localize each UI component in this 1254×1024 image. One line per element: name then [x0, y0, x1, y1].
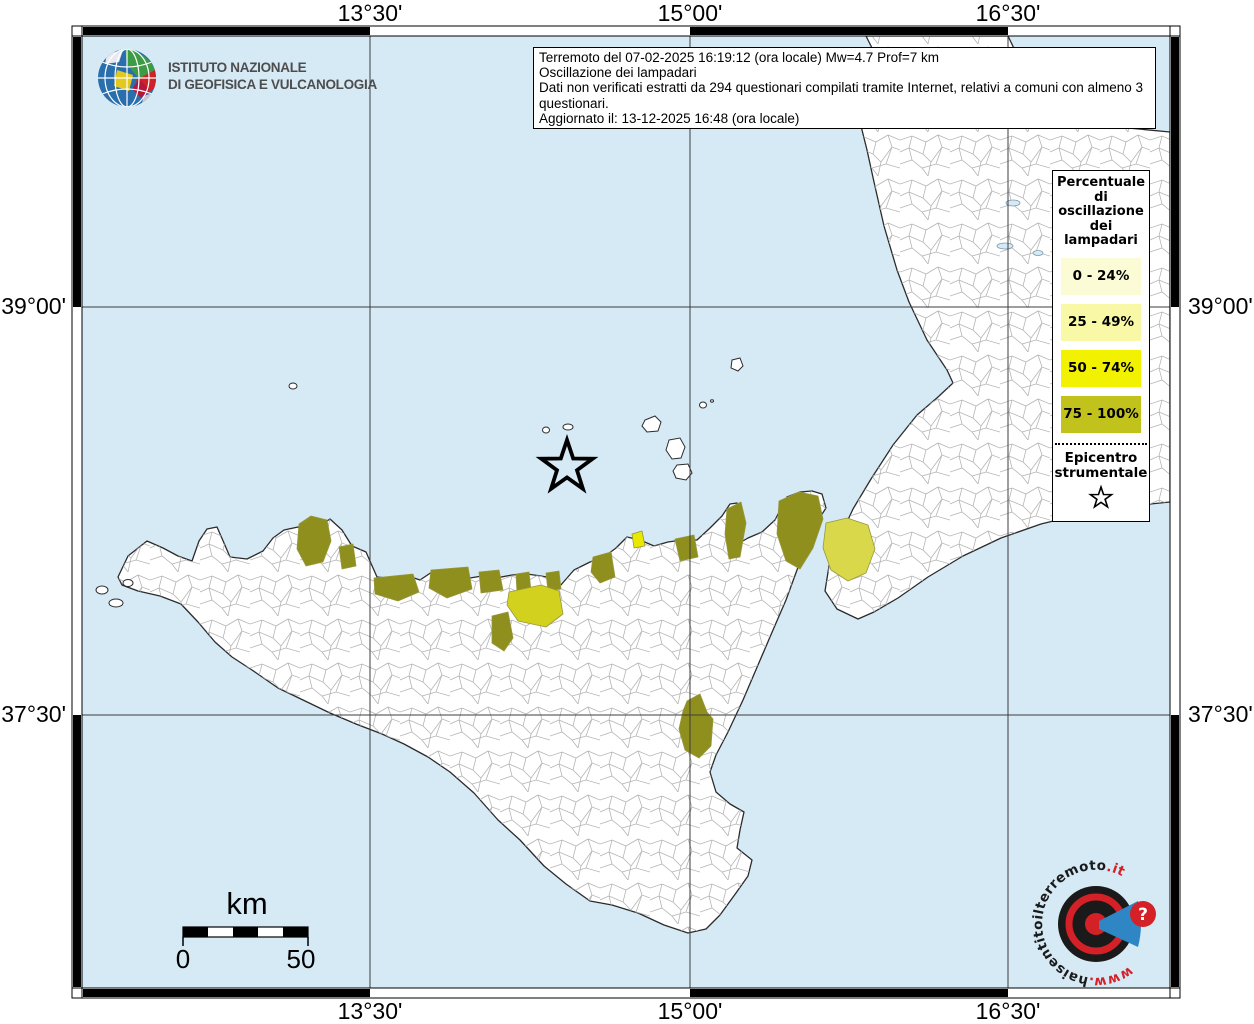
title-line-updated: Aggiornato il: 13-12-2025 16:48 (ora loc…: [539, 110, 800, 126]
municipality-patch: [338, 543, 357, 570]
scalebar-end-label: 50: [286, 944, 316, 974]
island-favignana: [108, 598, 124, 608]
title-line-observable: Oscillazione dei lampadari: [539, 65, 697, 81]
legend-epicenter-label: Epicentro strumentale: [1053, 449, 1149, 481]
axis-label-top-1330: 13°30': [337, 0, 403, 26]
logo-question-mark: ?: [1138, 905, 1148, 925]
lake: [996, 242, 1014, 250]
island-alicudi: [542, 426, 550, 434]
legend-epicenter-line: strumentale: [1054, 464, 1148, 481]
legend-title-line: Percentuale: [1056, 175, 1146, 190]
island-ustica: [288, 382, 298, 390]
island-levanzo: [122, 579, 134, 587]
legend-title-line: dei: [1089, 218, 1113, 234]
axis-label-top-1500: 15°00': [657, 0, 723, 26]
legend-title-line: di: [1094, 189, 1108, 205]
legend-title-line: lampadari: [1064, 233, 1138, 248]
axis-label-top-1630: 16°30': [975, 0, 1041, 26]
island-filicudi: [562, 423, 574, 431]
axis-label-bottom-1630: 16°30': [975, 998, 1041, 1024]
axis-label-right-3900: 39°00': [1188, 293, 1253, 319]
legend-swatch-75-100: 75 - 100%: [1061, 395, 1141, 433]
axis-label-bottom-1330: 13°30': [337, 998, 403, 1024]
legend-epicenter-line: Epicentro: [1064, 449, 1138, 466]
axis-label-left-3900: 39°00': [1, 293, 66, 319]
axis-label-right-3730: 37°30': [1188, 701, 1253, 727]
axis-label-bottom-1500: 15°00': [657, 998, 723, 1024]
ingv-wordmark-line2: DI GEOFISICA E VULCANOLOGIA: [168, 77, 377, 92]
legend-swatch-50-74: 50 - 74%: [1061, 349, 1141, 387]
map-title-box: Terremoto del 07-02-2025 16:19:12 (ora l…: [533, 47, 1156, 130]
scalebar-start-label: 0: [175, 944, 191, 974]
scalebar-unit-label: km: [226, 886, 268, 921]
legend-box: Percentuale di oscillazione dei lampadar…: [1052, 170, 1150, 522]
municipality-patch: [478, 569, 504, 594]
title-line-event: Terremoto del 07-02-2025 16:19:12 (ora l…: [539, 50, 939, 65]
title-line-disclaimer: Dati non verificati estratti da 294 ques…: [539, 80, 1144, 111]
legend-divider: [1055, 442, 1147, 445]
islet: [710, 399, 714, 403]
legend-title-line: oscillazione: [1058, 204, 1144, 219]
legend-swatch-0-24: 0 - 24%: [1061, 257, 1141, 295]
ingv-wordmark-line1: ISTITUTO NAZIONALE: [168, 60, 307, 75]
island-marettimo: [95, 585, 109, 595]
legend-swatch-25-49: 25 - 49%: [1061, 303, 1141, 341]
axis-label-left-3730: 37°30': [1, 701, 66, 727]
island-panarea: [699, 401, 707, 409]
earthquake-map-page: ? www.haisentitoilterremoto.it 13°30' 15…: [0, 0, 1254, 1024]
legend-title: Percentuale di oscillazione dei lampadar…: [1053, 175, 1149, 249]
lake: [1032, 250, 1044, 256]
legend-star-icon: [1053, 483, 1149, 513]
